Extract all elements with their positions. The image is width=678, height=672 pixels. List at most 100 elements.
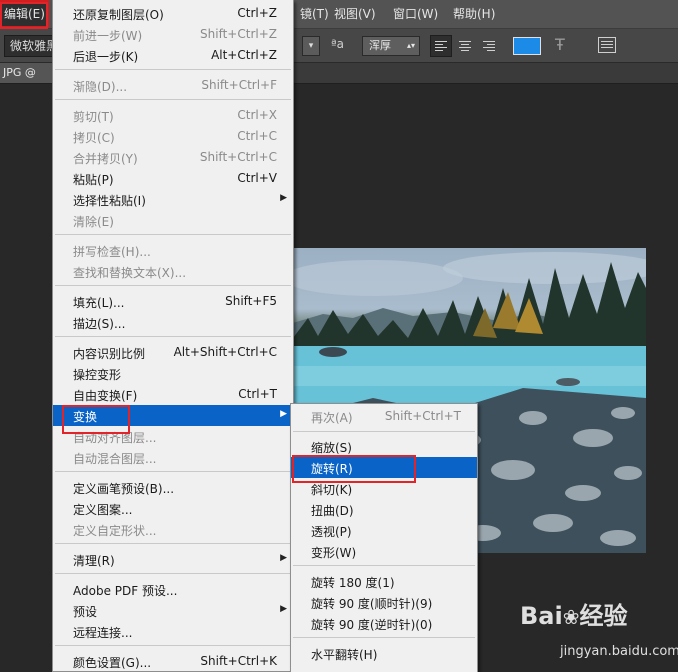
menu-item-自动混合图层[interactable]: 自动混合图层... (53, 447, 293, 468)
align-right-button[interactable] (478, 35, 500, 57)
menu-item-缩放-s[interactable]: 缩放(S) (291, 436, 477, 457)
submenu-arrow-icon: ▶ (280, 193, 287, 203)
menu-item-label: 还原复制图层(O) (73, 8, 164, 22)
menu-view[interactable]: 视图(V) (334, 0, 376, 28)
menu-separator (55, 69, 291, 70)
baidu-watermark-url: jingyan.baidu.com (560, 644, 678, 659)
menu-item-还原复制图层-o[interactable]: 还原复制图层(O) Ctrl+Z (53, 3, 293, 24)
menu-item-选择性粘贴-i[interactable]: 选择性粘贴(I) ▶ (53, 189, 293, 210)
menu-item-变换[interactable]: 变换 ▶ (53, 405, 293, 426)
menu-item-剪切-t[interactable]: 剪切(T) Ctrl+X (53, 105, 293, 126)
font-size-dropdown-arrow[interactable]: ▾ (302, 36, 320, 56)
menu-item-旋转-90-度-逆时针-0[interactable]: 旋转 90 度(逆时针)(0) (291, 613, 477, 634)
menu-separator (55, 645, 291, 646)
menu-item-shortcut: Ctrl+C (237, 129, 277, 143)
menu-item-shortcut: Alt+Ctrl+Z (211, 48, 277, 62)
menu-item-shortcut: Shift+Ctrl+F (201, 78, 277, 92)
menu-item-label: 变形(W) (311, 546, 357, 560)
submenu-arrow-icon: ▶ (280, 409, 287, 419)
menu-separator (55, 573, 291, 574)
menu-item-水平翻转-h[interactable]: 水平翻转(H) (291, 643, 477, 664)
menu-item-定义图案[interactable]: 定义图案... (53, 498, 293, 519)
menu-item-shortcut: Shift+Ctrl+K (200, 654, 277, 668)
menu-item-描边-s[interactable]: 描边(S)... (53, 312, 293, 333)
menu-item-shortcut: Shift+F5 (225, 294, 277, 308)
menu-item-扭曲-d[interactable]: 扭曲(D) (291, 499, 477, 520)
menu-item-shortcut: Alt+Shift+Ctrl+C (173, 345, 277, 359)
menu-item-远程连接[interactable]: 远程连接... (53, 621, 293, 642)
menu-item-shortcut: Ctrl+Z (237, 6, 277, 20)
antialias-icon: ªa (331, 37, 345, 51)
menu-window[interactable]: 窗口(W) (393, 0, 438, 28)
menu-separator (293, 637, 475, 638)
menu-item-label: 远程连接... (73, 626, 133, 640)
menu-item-操控变形[interactable]: 操控变形 (53, 363, 293, 384)
menu-item-shortcut: Shift+Ctrl+Z (200, 27, 277, 41)
menu-item-label: 旋转 180 度(1) (311, 576, 395, 590)
menu-separator (293, 431, 475, 432)
menu-item-粘贴-p[interactable]: 粘贴(P) Ctrl+V (53, 168, 293, 189)
menu-item-斜切-k[interactable]: 斜切(K) (291, 478, 477, 499)
document-tab[interactable]: JPG @ 66 (0, 63, 52, 83)
menu-item-清理-r[interactable]: 清理(R) ▶ (53, 549, 293, 570)
menu-item-label: 颜色设置(G)... (73, 656, 152, 670)
character-panel-icon[interactable] (598, 37, 616, 53)
menu-item-查找和替换文本-x[interactable]: 查找和替换文本(X)... (53, 261, 293, 282)
menu-edit[interactable]: 编辑(E) (0, 0, 49, 28)
menu-separator (55, 234, 291, 235)
menu-item-shortcut: Ctrl+V (237, 171, 277, 185)
menu-item-label: 剪切(T) (73, 110, 114, 124)
text-color-swatch[interactable] (513, 37, 541, 55)
antialias-select[interactable]: 浑厚 ▴▾ (362, 36, 420, 56)
menu-item-label: 拷贝(C) (73, 131, 115, 145)
menu-item-自由变换-f[interactable]: 自由变换(F) Ctrl+T (53, 384, 293, 405)
menu-filter[interactable]: 镜(T) (300, 0, 329, 28)
menu-item-旋转-90-度-顺时针-9[interactable]: 旋转 90 度(顺时针)(9) (291, 592, 477, 613)
menu-item-label: 定义自定形状... (73, 524, 157, 538)
warp-text-icon[interactable]: Ŧ (555, 35, 565, 54)
menu-item-label: 前进一步(W) (73, 29, 143, 43)
menu-help[interactable]: 帮助(H) (453, 0, 495, 28)
menu-item-shortcut: Ctrl+T (238, 387, 277, 401)
menu-item-label: 拼写检查(H)... (73, 245, 151, 259)
menu-item-shortcut: Ctrl+X (237, 108, 277, 122)
menu-item-透视-p[interactable]: 透视(P) (291, 520, 477, 541)
menu-item-拷贝-c[interactable]: 拷贝(C) Ctrl+C (53, 126, 293, 147)
align-left-button[interactable] (430, 35, 452, 57)
menu-item-填充-l[interactable]: 填充(L)... Shift+F5 (53, 291, 293, 312)
menu-item-shortcut: Shift+Ctrl+C (199, 150, 277, 164)
submenu-arrow-icon: ▶ (280, 553, 287, 563)
menu-item-label: 粘贴(P) (73, 173, 114, 187)
menu-item-label: 定义图案... (73, 503, 133, 517)
menu-item-label: 水平翻转(H) (311, 648, 378, 662)
menu-item-旋转-180-度-1[interactable]: 旋转 180 度(1) (291, 571, 477, 592)
menu-item-合并拷贝-y[interactable]: 合并拷贝(Y) Shift+Ctrl+C (53, 147, 293, 168)
menu-item-adobe-pdf-预设[interactable]: Adobe PDF 预设... (53, 579, 293, 600)
menu-item-预设[interactable]: 预设 ▶ (53, 600, 293, 621)
transform-submenu: 再次(A) Shift+Ctrl+T 缩放(S) 旋转(R) 斜切(K) 扭曲(D) 透视(… (290, 403, 478, 672)
menu-item-清除-e[interactable]: 清除(E) (53, 210, 293, 231)
menu-item-label: 旋转 90 度(顺时针)(9) (311, 597, 433, 611)
menu-item-前进一步-w[interactable]: 前进一步(W) Shift+Ctrl+Z (53, 24, 293, 45)
menu-item-label: 缩放(S) (311, 441, 352, 455)
submenu-arrow-icon: ▶ (280, 604, 287, 614)
select-arrows-icon: ▴▾ (406, 41, 415, 50)
menu-item-shortcut: Shift+Ctrl+T (384, 409, 461, 423)
menu-item-自动对齐图层[interactable]: 自动对齐图层... (53, 426, 293, 447)
menu-item-label: 内容识别比例 (73, 347, 146, 361)
menu-item-颜色设置-g[interactable]: 颜色设置(G)... Shift+Ctrl+K (53, 651, 293, 672)
menu-item-旋转-r[interactable]: 旋转(R) (291, 457, 477, 478)
menu-item-内容识别比例[interactable]: 内容识别比例 Alt+Shift+Ctrl+C (53, 342, 293, 363)
menu-item-定义画笔预设-b[interactable]: 定义画笔预设(B)... (53, 477, 293, 498)
menu-item-后退一步-k[interactable]: 后退一步(K) Alt+Ctrl+Z (53, 45, 293, 66)
menu-item-定义自定形状[interactable]: 定义自定形状... (53, 519, 293, 540)
menu-item-label: 再次(A) (311, 411, 353, 425)
menu-item-再次-a[interactable]: 再次(A) Shift+Ctrl+T (291, 406, 477, 427)
menu-item-label: 自由变换(F) (73, 389, 138, 403)
align-center-button[interactable] (454, 35, 476, 57)
menu-item-变形-w[interactable]: 变形(W) (291, 541, 477, 562)
menu-separator (55, 99, 291, 100)
menu-item-渐隐-d[interactable]: 渐隐(D)... Shift+Ctrl+F (53, 75, 293, 96)
menu-item-拼写检查-h[interactable]: 拼写检查(H)... (53, 240, 293, 261)
menu-item-label: 合并拷贝(Y) (73, 152, 138, 166)
